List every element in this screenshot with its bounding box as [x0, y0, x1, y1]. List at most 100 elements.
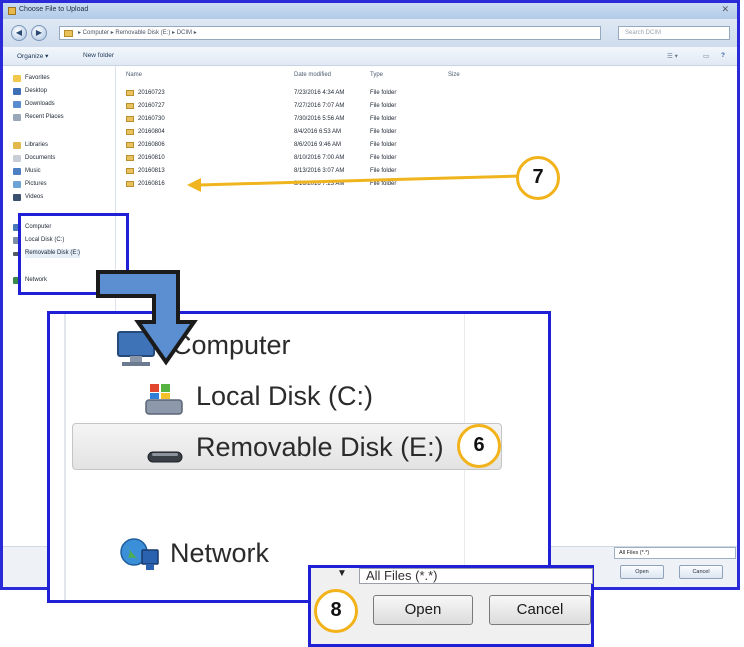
table-row[interactable]: 20160727 7/27/2016 7:07 AM File folder — [116, 100, 736, 113]
folder-icon — [126, 181, 134, 187]
sidebar-item-recent-places[interactable]: Recent Places — [13, 113, 64, 122]
file-date: 7/27/2016 7:07 AM — [294, 103, 345, 109]
view-options-icon[interactable]: ☰ ▾ — [667, 52, 678, 60]
zoom-local-disk-label[interactable]: Local Disk (C:) — [196, 381, 373, 412]
sidebar-label: Pictures — [25, 181, 47, 187]
sidebar-item-libraries[interactable]: Libraries — [13, 141, 49, 150]
sidebar-label: Recent Places — [25, 114, 64, 120]
close-icon[interactable]: ✕ — [721, 4, 729, 15]
zoom-open-button[interactable]: Open — [373, 595, 473, 625]
file-name: 20160804 — [138, 129, 165, 135]
file-type: File folder — [370, 142, 397, 148]
back-button[interactable]: ◀ — [11, 25, 27, 41]
title-bar[interactable]: Choose File to Upload ✕ — [3, 3, 737, 19]
file-type-filter[interactable]: All Files (*.*) — [614, 547, 736, 559]
desktop-icon — [13, 88, 21, 95]
sidebar-label: Music — [25, 168, 41, 174]
open-button[interactable]: Open — [620, 565, 664, 579]
window-title: Choose File to Upload — [19, 6, 89, 13]
file-type: File folder — [370, 129, 397, 135]
search-input[interactable]: Search DCIM — [618, 26, 730, 40]
zoom-network-label[interactable]: Network — [170, 538, 269, 569]
music-icon — [13, 168, 21, 175]
callout-arrow-icon — [187, 174, 522, 192]
folder-icon — [64, 30, 73, 37]
folder-icon — [126, 103, 134, 109]
file-name: 20160813 — [138, 168, 165, 174]
libraries-icon — [13, 142, 21, 149]
file-date: 7/30/2016 5:56 AM — [294, 116, 345, 122]
zoom-file-type-filter-value: All Files (*.*) — [366, 568, 438, 583]
folder-icon — [126, 142, 134, 148]
folder-icon — [126, 90, 134, 96]
folder-icon — [126, 116, 134, 122]
dropdown-arrow-icon[interactable]: ▼ — [337, 568, 347, 579]
network-icon — [120, 538, 159, 570]
pane-divider — [64, 314, 66, 600]
preview-pane-icon[interactable]: ▭ — [703, 52, 709, 60]
file-name: 20160727 — [138, 103, 165, 109]
file-date: 8/6/2016 9:46 AM — [294, 142, 342, 148]
step-badge-8: 8 — [314, 589, 358, 633]
videos-icon — [13, 194, 21, 201]
star-icon — [13, 75, 21, 82]
sidebar-item-videos[interactable]: Videos — [13, 193, 44, 202]
window-icon — [8, 7, 16, 15]
file-name: 20160806 — [138, 142, 165, 148]
file-date: 7/23/2016 4:34 AM — [294, 90, 345, 96]
sidebar-label: Videos — [25, 194, 44, 200]
sidebar-label: Libraries — [25, 142, 49, 148]
folder-icon — [126, 129, 134, 135]
organize-button[interactable]: Organize ▾ — [17, 52, 48, 60]
toolbar: Organize ▾ New folder ☰ ▾ ▭ ? — [3, 47, 737, 66]
table-row[interactable]: 20160730 7/30/2016 5:56 AM File folder — [116, 113, 736, 126]
file-date: 8/4/2016 6:53 AM — [294, 129, 342, 135]
sidebar-label: Favorites — [25, 75, 50, 81]
sidebar-item-desktop[interactable]: Desktop — [13, 87, 48, 96]
removable-disk-icon — [147, 451, 183, 463]
table-row[interactable]: 20160804 8/4/2016 6:53 AM File folder — [116, 126, 736, 139]
file-type: File folder — [370, 90, 397, 96]
step-badge-7: 7 — [516, 156, 560, 200]
file-name: 20160723 — [138, 90, 165, 96]
cancel-button[interactable]: Cancel — [679, 565, 723, 579]
column-header-name[interactable]: Name — [126, 72, 142, 78]
table-row[interactable]: 20160723 7/23/2016 4:34 AM File folder — [116, 87, 736, 100]
pictures-icon — [13, 181, 21, 188]
column-header-date-modified[interactable]: Date modified — [294, 72, 331, 78]
sidebar-item-pictures[interactable]: Pictures — [13, 180, 47, 189]
address-path-text: ▸ Computer ▸ Removable Disk (E:) ▸ DCIM … — [78, 30, 197, 36]
zoom-cancel-button[interactable]: Cancel — [489, 595, 591, 625]
file-type: File folder — [370, 103, 397, 109]
file-name: 20160730 — [138, 116, 165, 122]
file-type: File folder — [370, 116, 397, 122]
sidebar-item-downloads[interactable]: Downloads — [13, 100, 55, 109]
sidebar-label: Downloads — [25, 101, 55, 107]
local-disk-icon — [145, 384, 183, 415]
recent-places-icon — [13, 114, 21, 121]
forward-button[interactable]: ▶ — [31, 25, 47, 41]
sidebar-item-music[interactable]: Music — [13, 167, 41, 176]
file-name: 20160816 — [138, 181, 165, 187]
sidebar-label: Documents — [25, 155, 56, 161]
column-header-size[interactable]: Size — [448, 72, 460, 78]
new-folder-button[interactable]: New folder — [83, 52, 114, 59]
downloads-icon — [13, 101, 21, 108]
file-type-filter-value: All Files (*.*) — [619, 550, 650, 556]
step-badge-6: 6 — [457, 424, 501, 468]
help-icon[interactable]: ? — [721, 52, 725, 59]
file-name: 20160810 — [138, 155, 165, 161]
sidebar-item-favorites[interactable]: Favorites — [13, 74, 50, 83]
bent-arrow-icon — [96, 270, 198, 366]
folder-icon — [126, 168, 134, 174]
zoom-file-type-filter[interactable]: All Files (*.*) — [359, 568, 593, 584]
table-row[interactable]: 20160806 8/6/2016 9:46 AM File folder — [116, 139, 736, 152]
zoom-removable-disk-label[interactable]: Removable Disk (E:) — [196, 432, 444, 463]
sidebar-label: Desktop — [25, 88, 48, 94]
column-header-type[interactable]: Type — [370, 72, 383, 78]
documents-icon — [13, 155, 21, 162]
address-path[interactable]: ▸ Computer ▸ Removable Disk (E:) ▸ DCIM … — [59, 26, 601, 40]
address-bar: ◀ ▶ ▸ Computer ▸ Removable Disk (E:) ▸ D… — [3, 19, 737, 47]
folder-icon — [126, 155, 134, 161]
sidebar-item-documents[interactable]: Documents — [13, 154, 56, 163]
